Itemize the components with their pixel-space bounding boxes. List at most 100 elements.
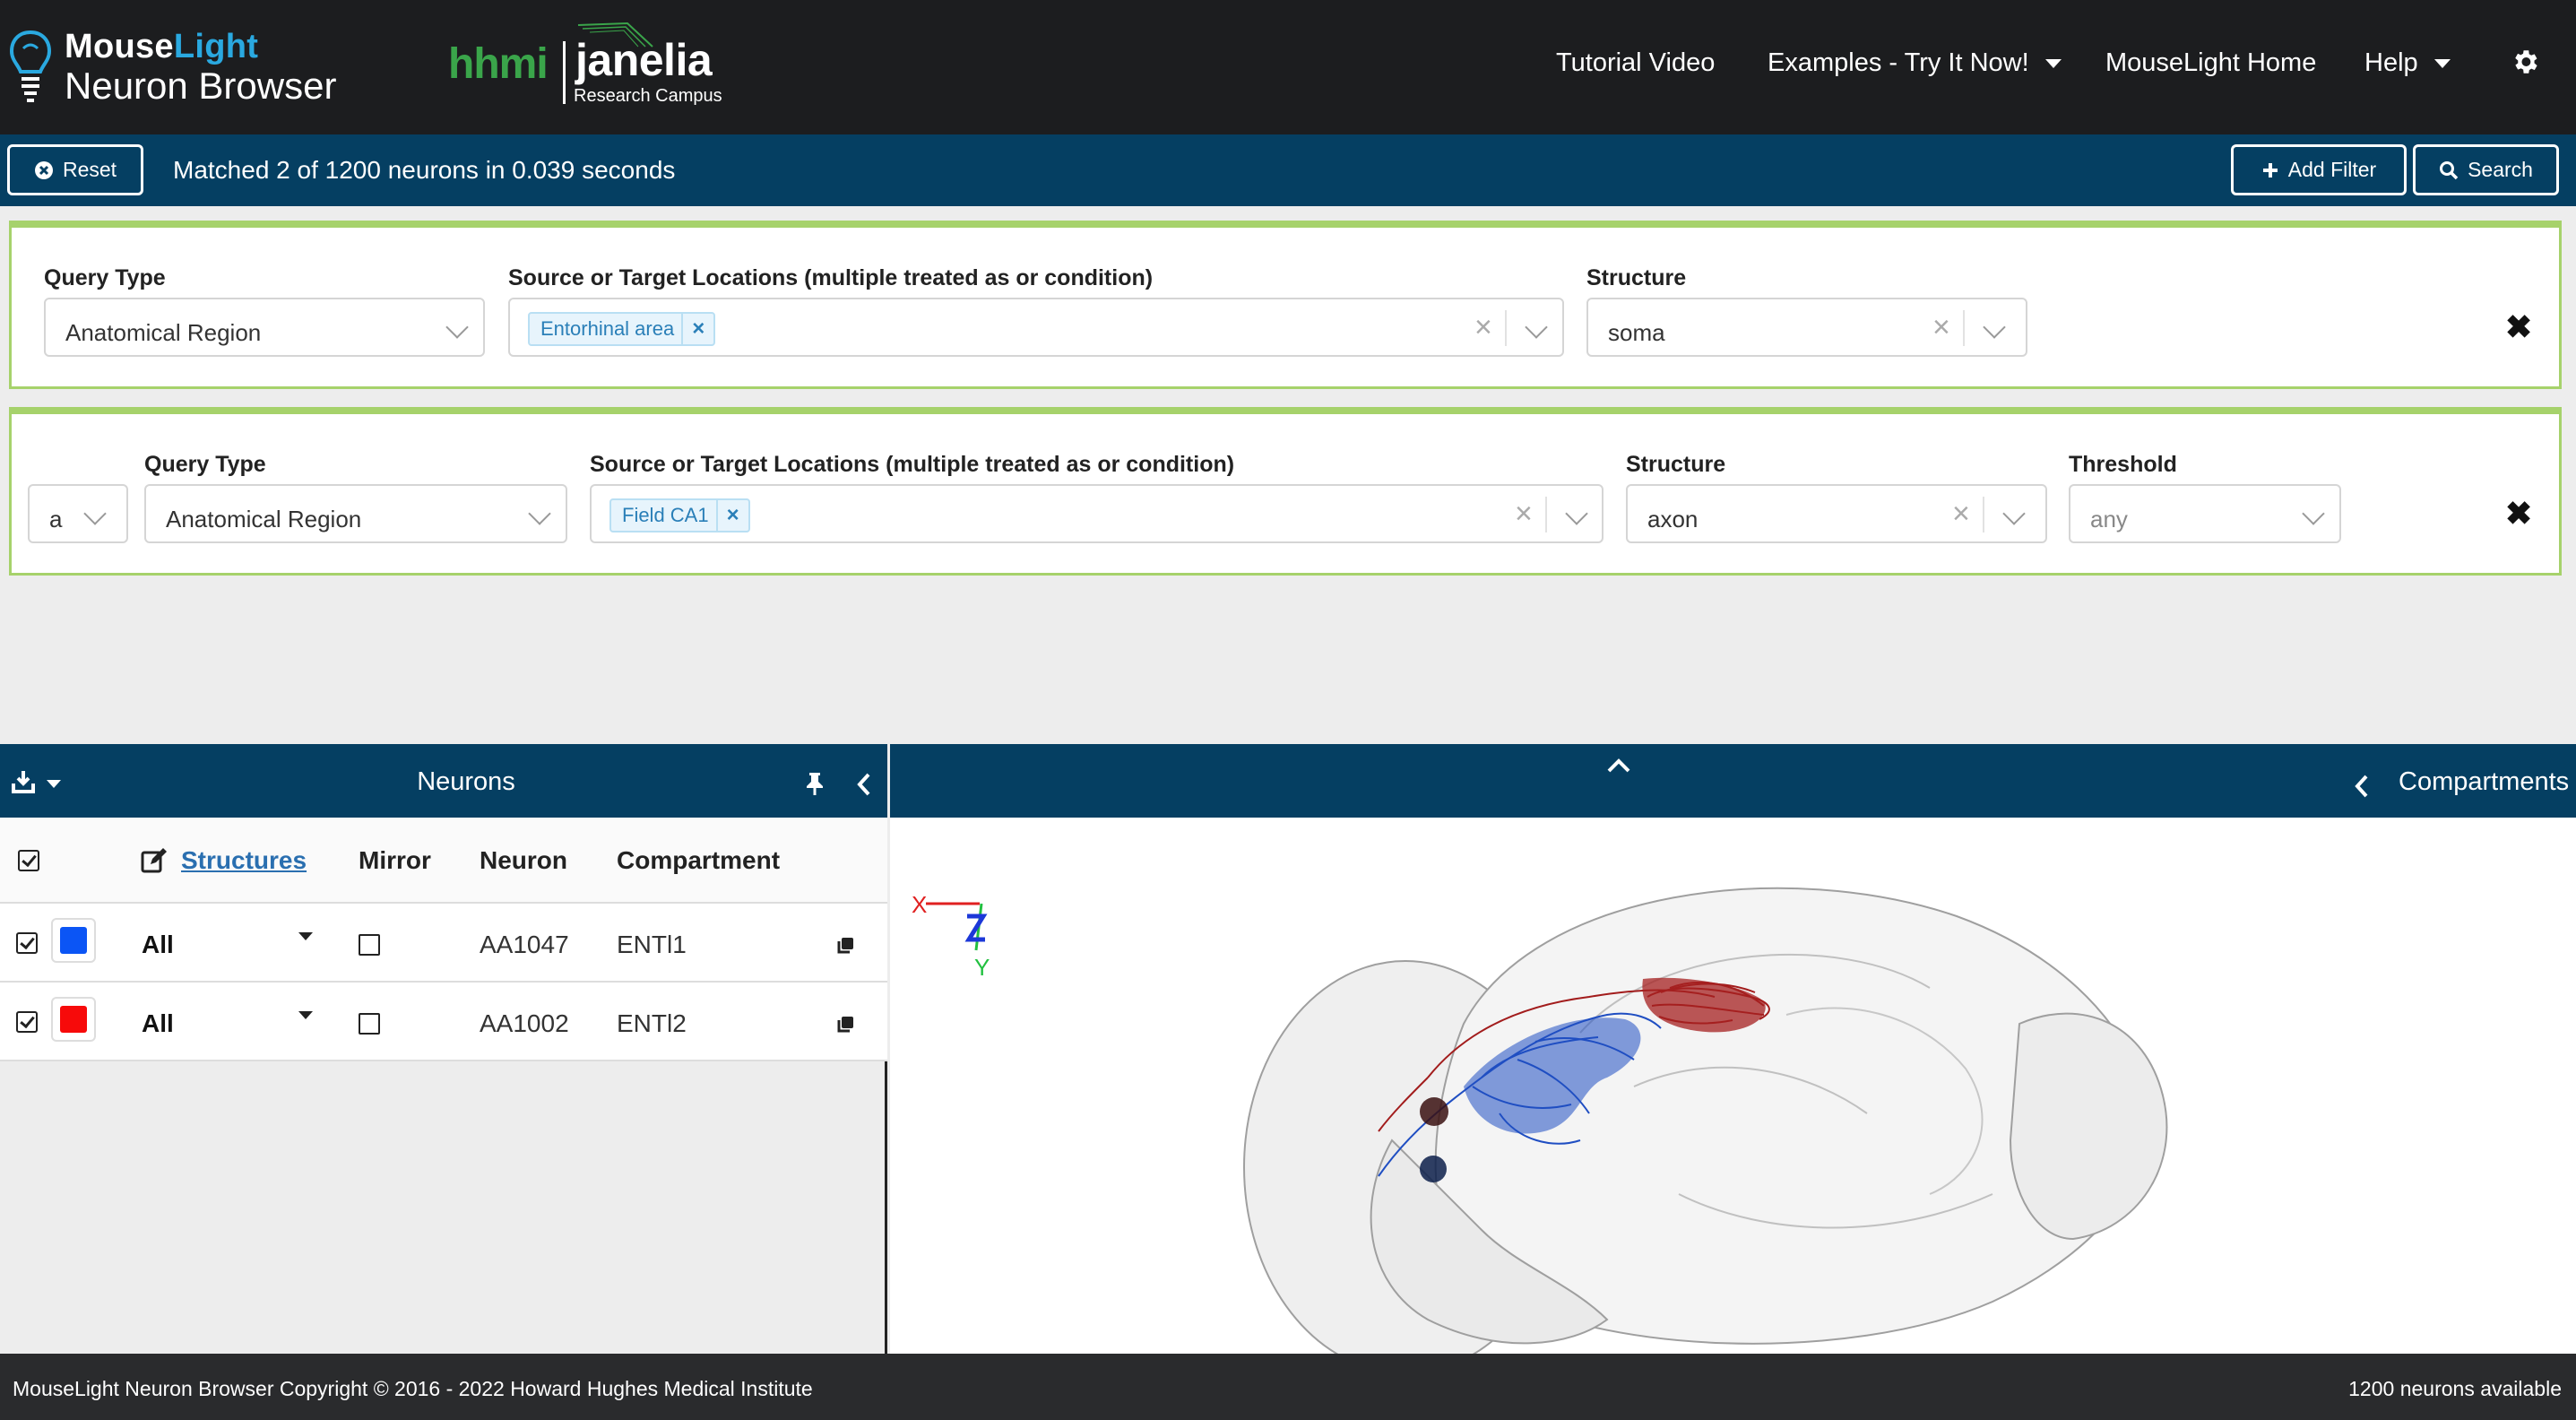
remove-filter-icon[interactable]: ✖ [2505, 495, 2532, 532]
3d-viewer[interactable]: X Y [890, 818, 2576, 1354]
query-status-bar: Reset Matched 2 of 1200 neurons in 0.039… [0, 134, 2576, 206]
row-visible-checkbox[interactable] [16, 932, 38, 954]
locations-select[interactable]: Entorhinal area × × [508, 298, 1564, 357]
caret-down-icon[interactable] [298, 932, 313, 940]
clear-icon[interactable]: × [1474, 312, 1492, 342]
structure-select[interactable]: axon × [1626, 484, 2047, 543]
close-circle-icon [34, 160, 53, 179]
threshold-placeholder: any [2090, 506, 2128, 532]
nav-examples-label: Examples - Try It Now! [1768, 48, 2029, 77]
match-summary: Matched 2 of 1200 neurons in 0.039 secon… [173, 156, 676, 184]
chevron-left-icon[interactable] [2353, 773, 2371, 800]
remove-tag-icon[interactable]: × [681, 314, 713, 344]
pin-icon[interactable] [803, 771, 826, 796]
logic-operator-value: a [49, 506, 63, 532]
search-button-label: Search [2468, 158, 2533, 181]
color-swatch[interactable] [51, 918, 96, 963]
copy-icon[interactable] [835, 936, 855, 956]
brand-title[interactable]: MouseLight Neuron Browser [65, 27, 336, 106]
mirror-checkbox[interactable] [359, 934, 380, 956]
query-type-label: Query Type [44, 265, 166, 290]
locations-select[interactable]: Field CA1 × × [590, 484, 1604, 543]
brand-subtitle: Neuron Browser [65, 65, 337, 107]
neuron-id: AA1047 [480, 931, 569, 958]
edit-icon[interactable] [140, 846, 169, 875]
nav-tutorial-video[interactable]: Tutorial Video [1556, 47, 1715, 79]
viewer-panel-header: Compartments [890, 744, 2576, 818]
query-type-select[interactable]: Anatomical Region [144, 484, 567, 543]
chevron-down-icon [445, 316, 469, 339]
filter-row-2: a Query Type Anatomical Region Source or… [9, 407, 2562, 576]
table-row: All AA1002 ENTl2 [0, 983, 887, 1061]
nav-help-label: Help [2364, 48, 2418, 77]
caret-down-icon[interactable] [298, 1011, 313, 1019]
locations-label: Source or Target Locations (multiple tre… [590, 452, 1235, 477]
copyright-text: MouseLight Neuron Browser Copyright © 20… [13, 1377, 813, 1400]
compartment-column-header: Compartment [617, 846, 781, 874]
select-separator [1545, 497, 1547, 532]
mirror-checkbox[interactable] [359, 1013, 380, 1035]
caret-down-icon [2433, 59, 2451, 69]
search-icon [2440, 160, 2459, 179]
logic-operator-select[interactable]: a [28, 484, 128, 543]
chevron-down-icon [1565, 502, 1588, 525]
select-all-checkbox[interactable] [18, 850, 39, 871]
reset-button[interactable]: Reset [7, 144, 143, 195]
add-filter-button[interactable]: Add Filter [2231, 144, 2407, 195]
clear-icon[interactable]: × [1932, 312, 1950, 342]
remove-filter-icon[interactable]: ✖ [2505, 308, 2532, 346]
neurons-panel: Structures Mirror Neuron Compartment All… [0, 818, 887, 1354]
clear-icon[interactable]: × [1515, 498, 1533, 529]
compartment-value: ENTl1 [617, 931, 687, 958]
chevron-down-icon [1983, 316, 2006, 339]
brand-mouse-text: Mouse [65, 28, 174, 65]
chevron-down-icon [83, 502, 107, 525]
location-tag-label: Entorhinal area [540, 317, 675, 340]
threshold-select[interactable]: any [2069, 484, 2341, 543]
query-type-value: Anatomical Region [166, 506, 362, 532]
neurons-panel-header: Neurons [0, 744, 887, 818]
row-visible-checkbox[interactable] [16, 1011, 38, 1033]
janelia-logo[interactable]: janelia [575, 34, 713, 86]
chevron-down-icon [2002, 502, 2026, 525]
structure-select[interactable]: soma × [1586, 298, 2027, 357]
hhmi-logo[interactable]: hhmi [448, 39, 549, 89]
structure-value: soma [1608, 319, 1665, 346]
neurons-panel-title: Neurons [417, 767, 515, 796]
location-tag: Entorhinal area × [528, 312, 716, 346]
query-type-select[interactable]: Anatomical Region [44, 298, 485, 357]
color-swatch-fill [60, 1006, 87, 1033]
structures-select[interactable]: All [142, 1009, 174, 1038]
mirror-column-header: Mirror [359, 846, 431, 874]
table-row: All AA1047 ENTl1 [0, 904, 887, 983]
chevron-down-icon [1525, 316, 1548, 339]
location-tag: Field CA1 × [609, 498, 750, 532]
chevron-down-icon [2302, 502, 2325, 525]
add-filter-label: Add Filter [2287, 158, 2377, 181]
top-navbar: MouseLight Neuron Browser hhmi janelia R… [0, 0, 2576, 134]
compartments-toggle[interactable]: Compartments [2399, 767, 2569, 797]
structure-label: Structure [1586, 265, 1687, 290]
structures-column-header[interactable]: Structures [181, 846, 307, 875]
neurons-table-header: Structures Mirror Neuron Compartment [0, 818, 887, 904]
nav-examples-dropdown[interactable]: Examples - Try It Now! [1768, 47, 2062, 79]
color-swatch[interactable] [51, 997, 96, 1042]
remove-tag-icon[interactable]: × [715, 500, 748, 531]
janelia-subtitle: Research Campus [574, 86, 722, 106]
nav-help-dropdown[interactable]: Help [2364, 47, 2451, 79]
chevron-up-icon[interactable] [1605, 757, 1632, 775]
structures-select[interactable]: All [142, 931, 174, 959]
query-type-label: Query Type [144, 452, 266, 477]
chevron-left-icon[interactable] [855, 771, 873, 798]
filter-row-1: Query Type Anatomical Region Source or T… [9, 221, 2562, 389]
copy-icon[interactable] [835, 1015, 855, 1035]
gear-icon[interactable] [2510, 47, 2540, 77]
query-type-value: Anatomical Region [65, 319, 262, 346]
search-button[interactable]: Search [2413, 144, 2559, 195]
clear-icon[interactable]: × [1952, 498, 1970, 529]
location-tag-label: Field CA1 [622, 504, 709, 526]
brand-light-text: Light [173, 28, 259, 65]
nav-mouselight-home[interactable]: MouseLight Home [2105, 47, 2316, 79]
footer: MouseLight Neuron Browser Copyright © 20… [0, 1354, 2576, 1420]
neuron-id: AA1002 [480, 1009, 569, 1037]
